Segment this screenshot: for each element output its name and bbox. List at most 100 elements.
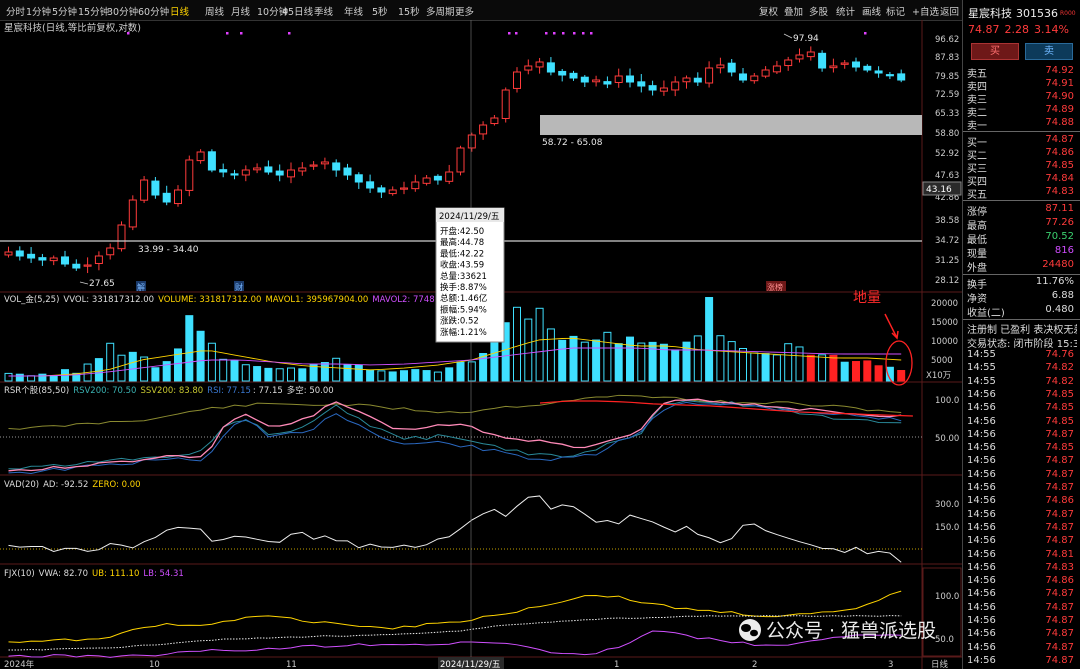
tooltip-line: 最高:44.78 [440,237,484,248]
trade-row: 14:56 74.87 [967,628,1077,641]
volume-bar [614,343,623,382]
period-6[interactable]: 60分钟 [138,4,169,18]
volume-bar [185,315,194,382]
volume-bar [298,368,307,382]
trade-price: 74.87 [1045,521,1074,533]
trade-price: 74.86 [1045,495,1074,507]
trade-row: 14:56 74.85 [967,402,1077,415]
candle-body [49,257,58,262]
trade-time: 14:56 [967,468,996,480]
candle-body [874,70,883,74]
watermark: 公众号 · 猛兽派选股 [739,619,936,642]
period-7[interactable]: 日线 [170,4,189,18]
candle-body [388,189,397,195]
trade-status: 交易状态: 闭市阶段 15:30 [967,339,1077,348]
trade-price: 74.87 [1045,654,1074,666]
candle-body [128,199,137,228]
candle-body [840,62,849,65]
period-8[interactable]: 周线 [205,4,224,18]
period-4[interactable]: 15分钟 [78,4,109,18]
candle-body [784,59,793,67]
period-15[interactable]: 15秒 [398,4,420,18]
candle-body [524,65,533,71]
candle-body [83,264,92,267]
candle-body [795,54,804,60]
period-5[interactable]: 30分钟 [107,4,138,18]
toolbar-right-1[interactable]: 复权 [759,4,778,18]
trade-time: 14:56 [967,415,996,427]
volume-bar [874,365,883,382]
candle-body [885,74,894,77]
resistance-zone [540,115,922,135]
trade-row: 14:56 74.87 [967,482,1077,495]
volume-bar [546,328,555,382]
candle-body [558,70,567,76]
volume-bar [626,336,634,382]
candle-body [38,257,47,261]
candle-body [614,75,623,83]
trade-price: 74.81 [1045,548,1074,560]
stat2-row: 净资 6.88 [967,290,1077,305]
period-1[interactable]: 分时 [6,4,25,18]
period-13[interactable]: 年线 [344,4,363,18]
candle-body [230,173,239,176]
period-9[interactable]: 月线 [231,4,250,18]
bid-row: 买四 74.84 [967,173,1077,188]
volume-bar [524,318,533,382]
toolbar-right-3[interactable]: 多股 [809,4,828,18]
trade-time: 14:56 [967,428,996,440]
signal-dot [562,32,565,35]
volume-bar [784,343,793,382]
period-2[interactable]: 1分钟 [26,4,51,18]
tooltip-line: 涨幅:1.21% [440,327,487,338]
period-17[interactable]: 更多 [455,4,474,18]
trade-time: 14:56 [967,495,996,507]
candle-body [4,251,13,256]
toolbar-right-5[interactable]: 画线 [862,4,881,18]
tooltip-line: 换手:8.87% [440,282,487,293]
sell-button[interactable]: 卖 [1025,43,1073,60]
period-14[interactable]: 5秒 [372,4,388,18]
candle-body [897,73,906,81]
trade-row: 14:56 74.87 [967,455,1077,468]
ask-row: 卖三 74.90 [967,91,1077,106]
period-12[interactable]: 季线 [314,4,333,18]
toolbar-right-4[interactable]: 统计 [836,4,855,18]
toolbar-right-7[interactable]: +自选 [912,4,939,18]
candle-body [185,159,194,191]
volume-bar [38,373,47,382]
signal-dot [127,32,130,35]
candle-body [479,124,488,135]
period-16[interactable]: 多周期 [426,4,455,18]
volume-bar [490,342,499,382]
stock-name: 星宸科技 [968,7,1012,20]
trade-row: 14:56 74.81 [967,549,1077,562]
signal-dot [508,32,511,35]
toolbar-right-2[interactable]: 叠加 [784,4,803,18]
signal-dot [582,32,585,35]
svg-text:2024/11/29/五: 2024/11/29/五 [440,660,501,669]
tooltip-line: 总额:1.46亿 [440,293,487,304]
separator [963,200,1080,201]
stat-row-value: 70.52 [1045,231,1074,242]
svg-text:2024年: 2024年 [4,659,35,669]
period-3[interactable]: 5分钟 [52,4,77,18]
volume-bar [795,346,804,382]
stat2-row-value: 6.88 [1051,290,1074,301]
toolbar-right-8[interactable]: 返回 [940,4,959,18]
stock-title: 星宸科技 301536 [968,5,1058,21]
period-11[interactable]: 45日线 [282,4,313,18]
trade-row: 14:56 74.85 [967,389,1077,402]
trade-price: 74.83 [1045,561,1074,573]
volume-bar [761,353,770,382]
trade-row: 14:56 74.85 [967,442,1077,455]
chart-area[interactable]: 星宸科技(日线,等比前复权,对数) 96.62 87.83 79.85 72.59 65… [0,20,962,669]
candle-body [219,169,228,173]
svg-text:FJX(10)VWA: 82.70UB: 111.10LB:: FJX(10) VWA: 82.70 UB: 111.10 LB: 54.31 [4,569,184,579]
buy-button[interactable]: 买 [971,43,1019,60]
trade-time: 14:56 [967,521,996,533]
stat-row-label: 涨停 [967,207,987,218]
toolbar-right-6[interactable]: 标记 [886,4,905,18]
trade-row: 14:56 74.86 [967,575,1077,588]
trade-time: 14:55 [967,362,996,374]
